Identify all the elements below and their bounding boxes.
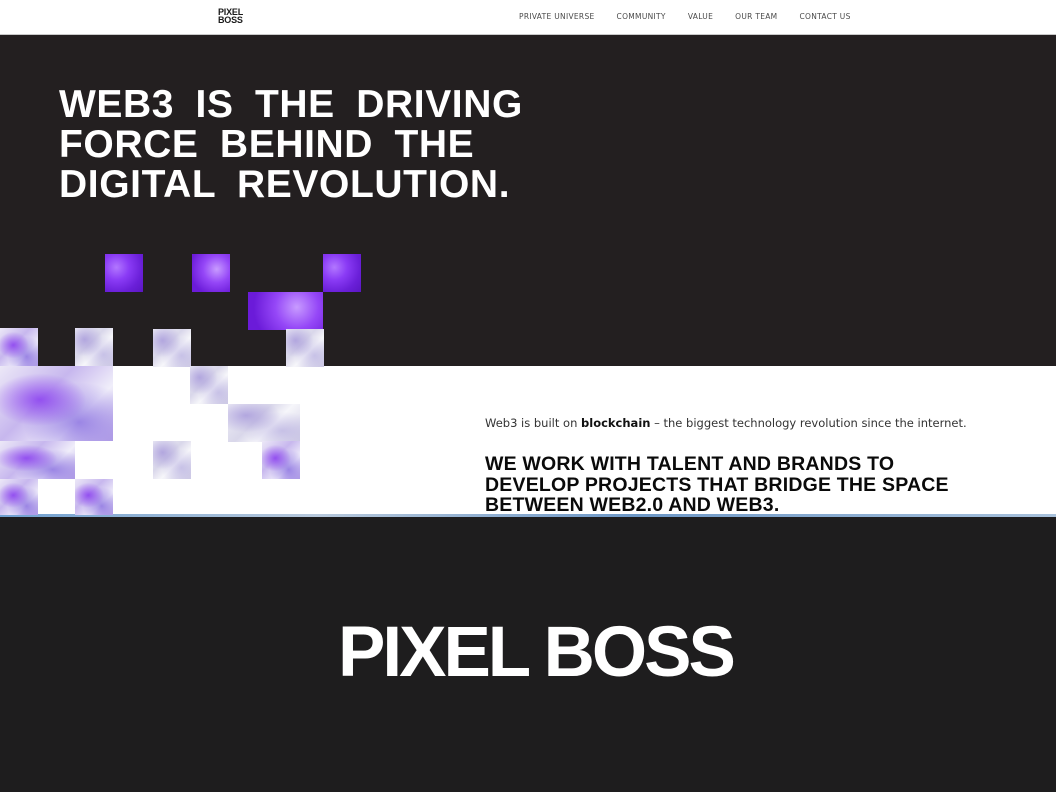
- nav-link-private-universe[interactable]: PRIVATE UNIVERSE: [519, 12, 595, 21]
- pixel-tile: [153, 441, 191, 479]
- pixel-tile: [0, 479, 38, 515]
- pixel-tile: [0, 366, 113, 441]
- nav-link-value[interactable]: VALUE: [688, 12, 713, 21]
- pixel-tile: [286, 329, 324, 367]
- nav-link-contact-us[interactable]: CONTACT US: [799, 12, 850, 21]
- footer-logo[interactable]: PIXEL BOSS: [338, 613, 768, 693]
- nav-link-our-team[interactable]: OUR TEAM: [735, 12, 777, 21]
- intro-heading-line-3: BETWEEN WEB2.0 AND WEB3.: [485, 494, 780, 516]
- hero-section: WEB3 IS THE DRIVING FORCE BEHIND THE DIG…: [0, 35, 1056, 366]
- intro-text-end: – the biggest technology revolution sinc…: [650, 416, 967, 430]
- intro-text-bold: blockchain: [581, 416, 651, 430]
- logo-line-2: BOSS: [218, 15, 243, 25]
- hero-heading-line-3: DIGITAL REVOLUTION.: [59, 163, 511, 206]
- pixel-tile: [190, 366, 228, 404]
- intro-text: Web3 is built on blockchain – the bigges…: [485, 416, 967, 430]
- pixel-tile: [192, 254, 230, 292]
- footer-section: PIXEL BOSS: [0, 517, 1056, 792]
- pixel-tile: [153, 329, 191, 367]
- pixel-tile: [105, 254, 143, 292]
- pixel-tile: [248, 292, 323, 330]
- pixel-tile: [75, 479, 113, 515]
- hero-heading-line-2: FORCE BEHIND THE: [59, 123, 475, 166]
- intro-heading: WE WORK WITH TALENT AND BRANDS TO DEVELO…: [485, 454, 1045, 516]
- pixel-tile: [75, 328, 113, 366]
- pixel-tile: [0, 328, 38, 366]
- nav-menu: PRIVATE UNIVERSE COMMUNITY VALUE OUR TEA…: [519, 12, 873, 21]
- intro-text-start: Web3 is built on: [485, 416, 582, 430]
- hero-heading: WEB3 IS THE DRIVING FORCE BEHIND THE DIG…: [59, 85, 599, 205]
- nav-link-community[interactable]: COMMUNITY: [617, 12, 666, 21]
- top-navbar: PIXEL BOSS PRIVATE UNIVERSE COMMUNITY VA…: [0, 0, 1056, 35]
- hero-heading-line-1: WEB3 IS THE DRIVING: [59, 83, 523, 126]
- intro-heading-line-2: DEVELOP PROJECTS THAT BRIDGE THE SPACE: [485, 473, 949, 496]
- pixel-tile: [262, 441, 300, 479]
- header-logo[interactable]: PIXEL BOSS: [218, 8, 252, 26]
- pixel-tile: [228, 404, 300, 442]
- intro-heading-line-1: WE WORK WITH TALENT AND BRANDS TO: [485, 453, 895, 475]
- pixel-tile: [323, 254, 361, 292]
- pixel-tile: [0, 441, 75, 479]
